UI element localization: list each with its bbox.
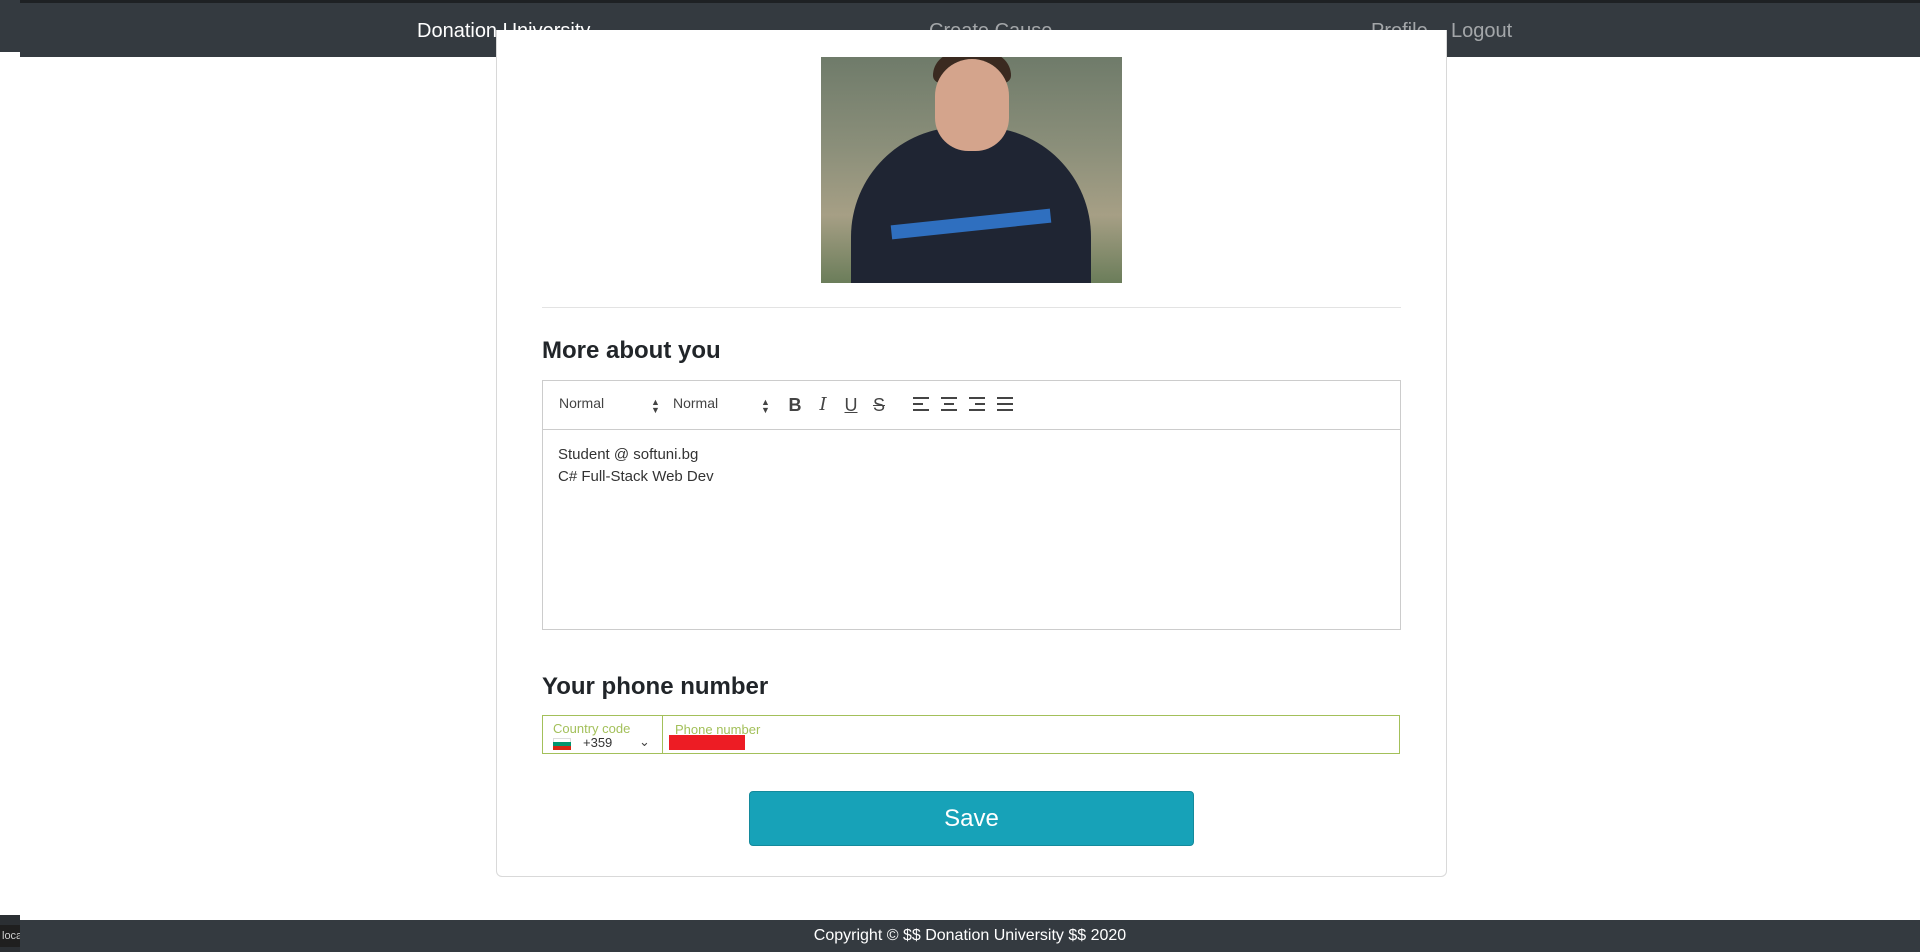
- chevron-down-icon: ⌄: [639, 734, 650, 749]
- profile-photo: [821, 57, 1122, 283]
- bulgaria-flag-icon: [553, 738, 571, 750]
- country-code-select[interactable]: Country code +359 ⌄: [543, 716, 663, 753]
- align-left-icon[interactable]: [913, 395, 931, 413]
- strikethrough-icon[interactable]: S: [869, 394, 889, 416]
- about-editor[interactable]: Student @ softuni.bg C# Full-Stack Web D…: [542, 429, 1401, 630]
- font-size-picker-label: Normal: [559, 395, 605, 411]
- header-picker-label: Normal: [673, 395, 719, 411]
- picker-arrows-icon: ▲ ▼: [651, 397, 660, 415]
- nav-logout[interactable]: Logout: [1451, 20, 1512, 43]
- italic-icon[interactable]: I: [813, 394, 833, 416]
- phone-input-group: Country code +359 ⌄ Phone number: [542, 715, 1400, 754]
- phone-number-redacted: [669, 735, 745, 750]
- align-center-icon[interactable]: [941, 395, 959, 413]
- align-justify-icon[interactable]: [997, 395, 1015, 413]
- picker-arrows-icon: ▲ ▼: [761, 397, 770, 415]
- align-right-icon[interactable]: [969, 395, 987, 413]
- country-code-value: +359: [583, 735, 613, 750]
- rich-text-toolbar: Normal ▲ ▼ Normal ▲ ▼ B I U S: [542, 380, 1401, 430]
- phone-section-title: Your phone number: [542, 673, 769, 700]
- editor-line: Student @ softuni.bg: [558, 446, 699, 463]
- photo-face: [935, 59, 1009, 151]
- underline-icon[interactable]: U: [841, 394, 861, 416]
- status-url-hint: loca: [0, 925, 20, 947]
- font-size-picker[interactable]: Normal ▲ ▼: [559, 395, 660, 415]
- save-button[interactable]: Save: [749, 791, 1194, 846]
- editor-line: C# Full-Stack Web Dev: [558, 468, 714, 485]
- about-section-title: More about you: [542, 337, 721, 364]
- footer-copyright: Copyright © $$ Donation University $$ 20…: [20, 920, 1920, 952]
- left-edge-strip: [0, 0, 20, 952]
- header-picker[interactable]: Normal ▲ ▼: [673, 395, 770, 415]
- bold-icon[interactable]: B: [785, 394, 805, 416]
- country-code-label: Country code: [553, 721, 631, 736]
- left-edge-top: [0, 0, 20, 52]
- section-divider: [542, 307, 1401, 308]
